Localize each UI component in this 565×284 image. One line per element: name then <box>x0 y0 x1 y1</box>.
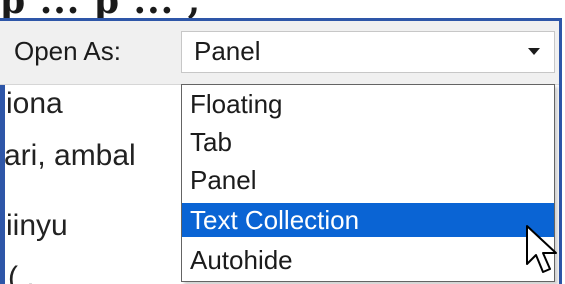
document-text-line: iinyu <box>6 209 68 242</box>
dropdown-option-panel[interactable]: Panel <box>182 163 554 197</box>
document-text-line: ( . <box>8 261 35 284</box>
dropdown-option-autohide[interactable]: Autohide <box>182 243 554 277</box>
open-as-dropdown-list: Floating Tab Panel Text Collection Autoh… <box>181 84 555 282</box>
document-text-line: ari, ambal <box>4 139 136 172</box>
toolbar: Open As: Panel <box>0 21 559 85</box>
dropdown-option-floating[interactable]: Floating <box>182 87 554 121</box>
combo-selected-value: Panel <box>194 36 261 66</box>
dropdown-option-text-collection[interactable]: Text Collection <box>182 203 554 237</box>
open-as-label: Open As: <box>14 36 121 66</box>
open-as-combobox[interactable]: Panel <box>181 31 555 73</box>
dropdown-option-tab[interactable]: Tab <box>182 125 554 159</box>
background-document: iona ari, ambal iinyu ( . <box>0 85 180 284</box>
document-text-line: iona <box>6 87 63 120</box>
mouse-pointer-icon <box>526 225 557 273</box>
chevron-down-icon[interactable] <box>528 48 540 55</box>
